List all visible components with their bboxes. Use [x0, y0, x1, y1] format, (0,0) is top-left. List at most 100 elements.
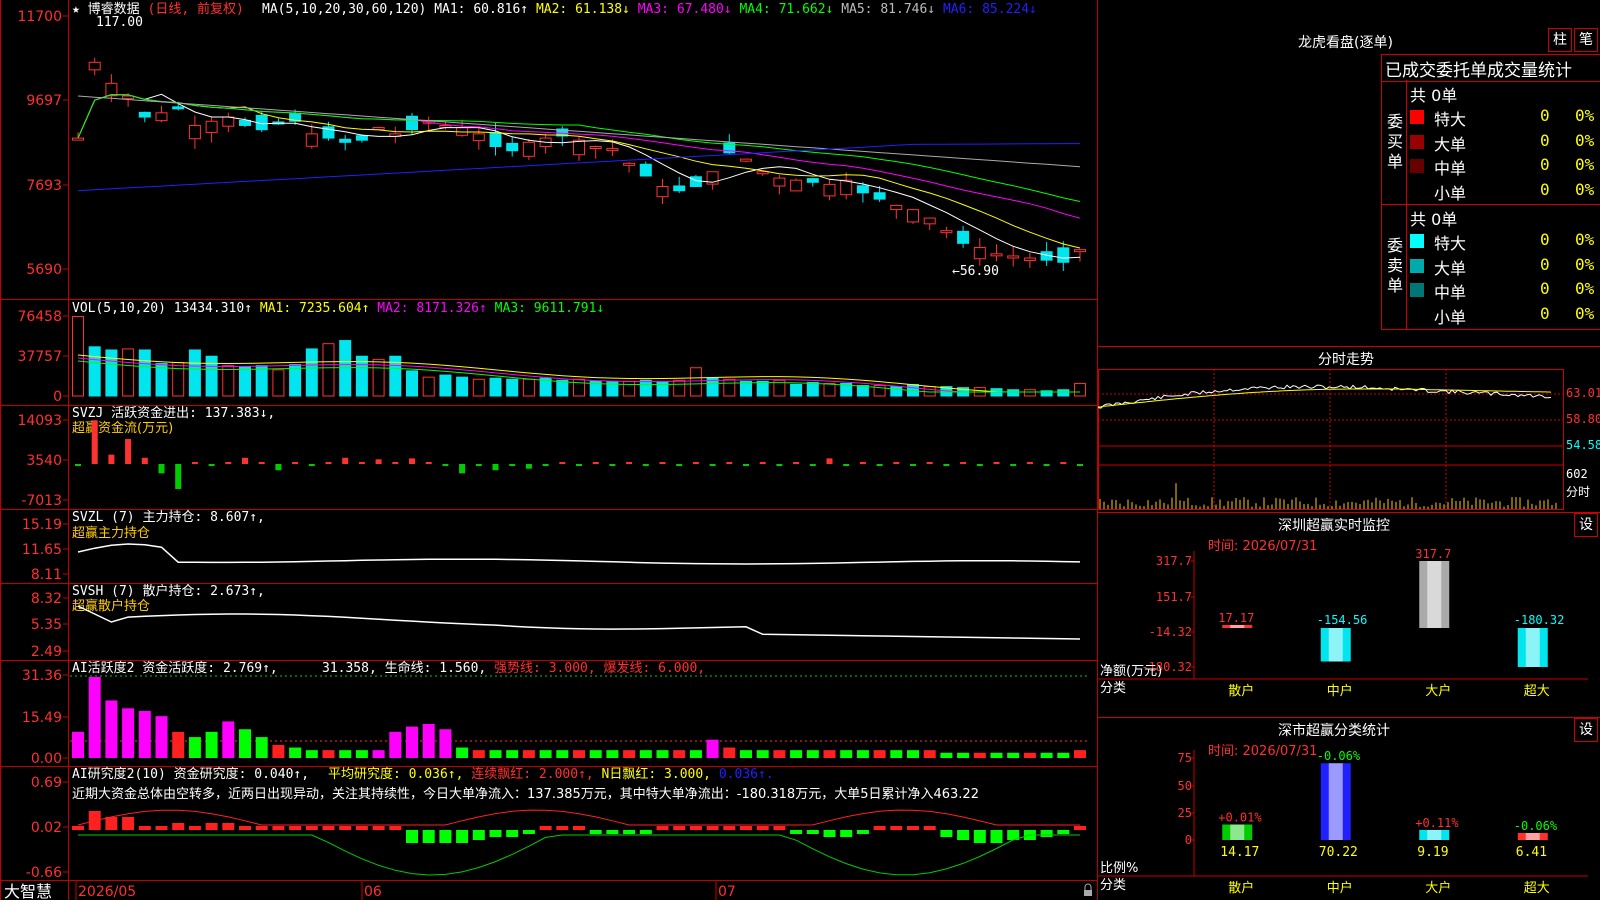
volume-bar [322, 343, 335, 397]
lock-icon[interactable] [1084, 883, 1092, 896]
candle[interactable] [589, 145, 602, 149]
candle[interactable] [339, 138, 352, 143]
candle[interactable] [740, 158, 752, 162]
legend-swatch [1410, 283, 1424, 297]
ai-active-bar [623, 750, 636, 758]
candle[interactable] [923, 217, 936, 225]
ai-active-bar [489, 750, 502, 758]
longhu-row: 小单 0 0% [1410, 303, 1600, 327]
ai-research-bar [673, 826, 686, 830]
x-caption: 分类 [1100, 878, 1126, 893]
bar-value-label: 317.7 [1415, 547, 1451, 561]
candle[interactable] [188, 124, 201, 140]
ai-active-bar [372, 750, 385, 758]
candle[interactable] [72, 137, 84, 141]
candle[interactable] [823, 183, 836, 197]
candle[interactable] [957, 230, 970, 244]
bar-mode-button[interactable]: 柱 [1548, 28, 1572, 52]
svzj-bar [342, 457, 349, 464]
kline-y-label: 11700 [17, 9, 62, 25]
candle[interactable] [522, 141, 535, 157]
candle[interactable] [489, 132, 502, 147]
ai-research-items-item: N日飘红: 3.000, [594, 766, 711, 782]
svzj-bar [843, 464, 850, 466]
volume-bar [1057, 389, 1070, 397]
candle[interactable] [907, 209, 919, 223]
candle[interactable] [890, 204, 903, 211]
candle[interactable] [773, 177, 786, 187]
ai-active-bar [923, 750, 936, 758]
candle[interactable] [155, 112, 168, 122]
sz-monitor-panel: 深圳超赢实时监控 设 时间: 2026/07/31 317.7 151.7 -14.… [1098, 513, 1600, 718]
volume-bar [506, 378, 519, 397]
candle[interactable] [472, 133, 485, 142]
ma-item: MA6: 85.224↓ [935, 2, 1037, 17]
candle[interactable] [790, 179, 803, 192]
candle[interactable] [623, 162, 636, 166]
volume-bar [623, 380, 636, 397]
volume-bar [439, 374, 452, 397]
candle[interactable] [856, 185, 869, 194]
ai-research-bar [773, 826, 786, 830]
candle[interactable] [355, 135, 368, 141]
svzj-bar [225, 462, 232, 464]
candle[interactable] [606, 148, 619, 152]
candle[interactable] [673, 185, 686, 192]
bar [1320, 628, 1351, 662]
candle[interactable] [1007, 255, 1020, 259]
ai-active-bar [539, 750, 552, 758]
volume-bar [105, 349, 118, 397]
ai-active-bar [639, 750, 652, 758]
longhu-row-pct: 0% [1575, 230, 1595, 249]
candle[interactable] [656, 185, 669, 198]
candle[interactable] [138, 111, 151, 118]
svzj-bar [759, 462, 766, 464]
svzj-bar [559, 462, 566, 464]
candle[interactable] [88, 61, 101, 71]
svzj-bar [409, 458, 415, 464]
candle[interactable] [1074, 249, 1086, 253]
candle[interactable] [506, 142, 519, 152]
svzj-bar [642, 464, 649, 466]
volume-bar [806, 381, 819, 397]
pen-mode-button[interactable]: 笔 [1574, 28, 1598, 52]
ratio-value-label: 14.17 [1220, 845, 1259, 860]
candle[interactable] [105, 82, 118, 97]
candle[interactable] [239, 119, 251, 126]
candle[interactable] [222, 116, 235, 127]
candle[interactable] [639, 163, 652, 177]
volume-bar [272, 369, 285, 397]
volume-bar [656, 380, 669, 397]
candle[interactable] [305, 133, 318, 147]
candle[interactable] [973, 247, 986, 260]
candle[interactable] [806, 178, 819, 183]
candle[interactable] [1023, 257, 1036, 262]
longhu-row-value: 0 [1540, 303, 1550, 323]
candle[interactable] [406, 115, 418, 131]
intraday-panel[interactable]: 分时走势 63.01 58.80 54.58 602 分时 [1098, 347, 1600, 513]
candle[interactable] [756, 171, 769, 175]
candle[interactable] [873, 192, 886, 200]
candle[interactable] [172, 106, 185, 110]
candlestick-series[interactable] [72, 57, 1086, 271]
candle[interactable] [573, 139, 585, 156]
candle[interactable] [990, 253, 1003, 257]
sell-side-label: 委卖单 [1387, 236, 1404, 295]
ai-research-red-line [77, 809, 1080, 826]
candle[interactable] [840, 179, 853, 196]
candle[interactable] [689, 176, 702, 187]
bar-highlight [1328, 763, 1343, 840]
candle[interactable] [205, 120, 218, 133]
candle[interactable] [1057, 247, 1070, 263]
svzj-bar [1077, 464, 1083, 466]
ai-active-bar [790, 750, 803, 758]
sh-ratio-chart: 75 50 25 0 比例% 分类 散户 +0.01% 中户 -0.06% 大户 +0.11% 超大 -0… [1098, 749, 1588, 896]
period-label: (日线, 前复权) [148, 1, 244, 17]
legend-swatch [1410, 258, 1424, 273]
candle[interactable] [940, 230, 953, 234]
longhu-row-value: 0 [1540, 155, 1550, 174]
main-chart-area[interactable]: 11700 9697 7693 5690 76458 37757 0 14093 3540 -70… [0, 0, 1098, 900]
svzl-y-label: 15.19 [22, 517, 62, 533]
svzj-bar [893, 462, 900, 464]
svzj-bar [208, 464, 215, 466]
